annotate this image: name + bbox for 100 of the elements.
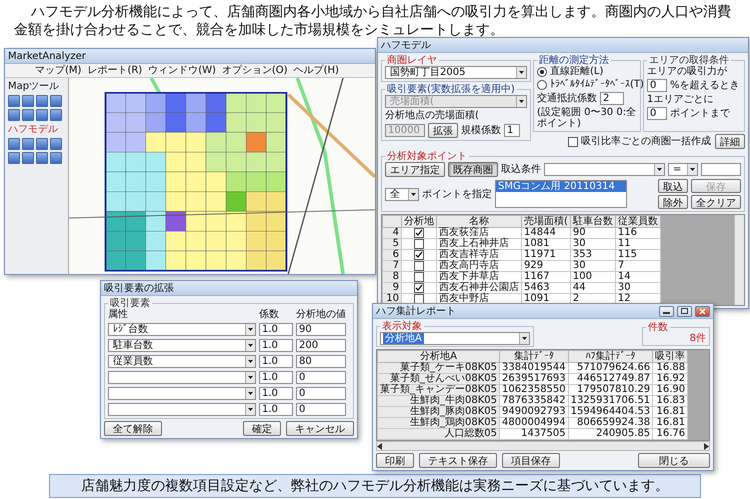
tool-button[interactable] (50, 109, 62, 121)
coefficient-field[interactable]: 1.0 (259, 402, 293, 416)
attribute-dropdown[interactable] (108, 370, 256, 384)
table-cell: 240905.85 (568, 428, 653, 440)
tool-button[interactable] (36, 109, 48, 121)
dialog-button[interactable]: 項目保存 (502, 453, 560, 468)
value-field[interactable]: 0 (296, 402, 346, 416)
value-field[interactable]: 90 (296, 322, 346, 336)
attribute-dropdown[interactable] (108, 386, 256, 400)
group-label: 商圏レイヤ (386, 55, 438, 66)
attribute-dropdown[interactable]: ﾚｼﾞ台数 (108, 322, 256, 336)
detail-button[interactable]: 詳細 (715, 134, 745, 149)
action-button[interactable]: 全クリア (691, 195, 741, 209)
extend-button[interactable]: 拡張 (428, 123, 458, 138)
menu-item[interactable]: ヘルプ(H) (294, 65, 339, 76)
tool-button[interactable] (8, 109, 20, 121)
close-button[interactable] (695, 306, 710, 316)
dialog-button[interactable]: 印刷 (376, 453, 414, 468)
dialog-button[interactable]: キャンセル (286, 421, 354, 436)
group-label: 吸引要素(実数拡張を適用中) (386, 84, 516, 95)
minimize-button[interactable] (659, 306, 674, 316)
attribute-dropdown[interactable]: 従業員数 (108, 354, 256, 368)
tool-button[interactable] (50, 138, 62, 150)
dialog-button[interactable]: 全て解除 (104, 421, 162, 436)
tool-button[interactable] (22, 109, 34, 121)
menu-item[interactable]: レポート(R) (87, 65, 142, 76)
menu-item[interactable]: オプション(O) (222, 65, 288, 76)
mode-tab[interactable]: エリア指定 (385, 162, 445, 177)
table-cell: 30 (570, 238, 616, 250)
tool-button[interactable] (36, 95, 48, 107)
attribute-dropdown[interactable]: 駐車台数 (108, 338, 256, 352)
menu-item[interactable]: マップ(M) (35, 65, 82, 76)
panel-label: Mapツール (8, 81, 60, 92)
range-note: (設定範囲 0〜30 0:全ポイント) (537, 107, 637, 129)
action-button[interactable]: 取込 (658, 179, 688, 193)
table-cell: 179507810.29 (568, 384, 653, 396)
tool-button[interactable] (36, 138, 48, 150)
value-field[interactable]: 0 (296, 386, 346, 400)
dialog-button[interactable]: 閉じる (638, 453, 710, 468)
maximize-button[interactable] (677, 306, 692, 316)
checkbox[interactable] (414, 250, 424, 260)
field-suffix: ポイントまで (670, 108, 730, 119)
coefficient-field[interactable]: 1.0 (259, 338, 293, 352)
coefficient-field[interactable]: 1.0 (259, 370, 293, 384)
coefficient-field[interactable]: 1.0 (259, 322, 293, 336)
table-cell: 30 (615, 282, 660, 294)
table-cell: 16.81 (652, 406, 688, 418)
horizontal-scrollbar[interactable] (376, 441, 710, 451)
value-field[interactable]: 200 (296, 338, 346, 352)
checkbox[interactable] (414, 283, 424, 293)
table-cell: 16.76 (652, 428, 688, 440)
checkbox[interactable] (568, 136, 578, 146)
dialog-button[interactable]: テキスト保存 (419, 453, 497, 468)
tool-button[interactable] (22, 95, 34, 107)
column-header: 係数 (259, 309, 280, 320)
row-header: 菓子類_せんべい08K05 (378, 374, 500, 384)
checkbox[interactable] (414, 294, 424, 304)
condition-dropdown[interactable] (544, 163, 665, 176)
tool-button[interactable] (22, 152, 34, 164)
checkbox[interactable] (414, 228, 424, 238)
condition-field[interactable]: 0 (647, 107, 667, 120)
attribute-dropdown[interactable] (108, 402, 256, 416)
coefficient-field[interactable]: 1.0 (259, 354, 293, 368)
operator-dropdown[interactable]: = (668, 163, 698, 176)
tool-button[interactable] (8, 95, 20, 107)
table-cell: 90 (570, 228, 616, 238)
list-item[interactable]: SMGコンム用 20110314 (496, 181, 626, 192)
tool-button[interactable] (8, 152, 20, 164)
table-cell: 1167 (522, 272, 570, 282)
filter-dropdown[interactable]: 全 (385, 188, 419, 200)
field-label: 規模係数 (461, 125, 501, 136)
resistance-field[interactable]: 2 (600, 92, 624, 105)
panel-label: ハフモデル (8, 124, 59, 135)
table-cell: 西友高円寺店 (436, 260, 522, 272)
tool-button[interactable] (8, 138, 20, 150)
scale-field[interactable]: 1 (504, 124, 520, 137)
field-label: 交通抵抗係数 (537, 93, 597, 104)
value-field[interactable]: 80 (296, 354, 346, 368)
value-field[interactable]: 0 (296, 370, 346, 384)
tool-button[interactable] (22, 138, 34, 150)
checkbox[interactable] (414, 272, 424, 282)
checkbox[interactable] (414, 239, 424, 249)
radio-button[interactable] (537, 66, 547, 76)
layer-dropdown[interactable]: 国勢町丁目2005 (385, 66, 527, 79)
condition-field[interactable]: 0 (647, 79, 667, 92)
coefficient-field[interactable]: 1.0 (259, 386, 293, 400)
dialog-button[interactable]: 確定 (243, 421, 281, 436)
menu-item[interactable]: ウィンドウ(W) (148, 65, 216, 76)
tool-button[interactable] (50, 152, 62, 164)
radio-button[interactable] (537, 80, 547, 90)
action-button[interactable]: 除外 (658, 195, 688, 209)
condition-field[interactable] (701, 163, 741, 176)
tool-button[interactable] (50, 95, 62, 107)
tool-button[interactable] (36, 152, 48, 164)
mode-tab[interactable]: 既存商圏 (448, 162, 498, 177)
table-cell: 115 (615, 250, 660, 260)
checkbox[interactable] (414, 261, 424, 271)
table-cell: 西友下井草店 (436, 272, 522, 282)
vertical-scrollbar[interactable] (734, 215, 744, 305)
target-dropdown[interactable]: 分析地A (380, 332, 530, 345)
